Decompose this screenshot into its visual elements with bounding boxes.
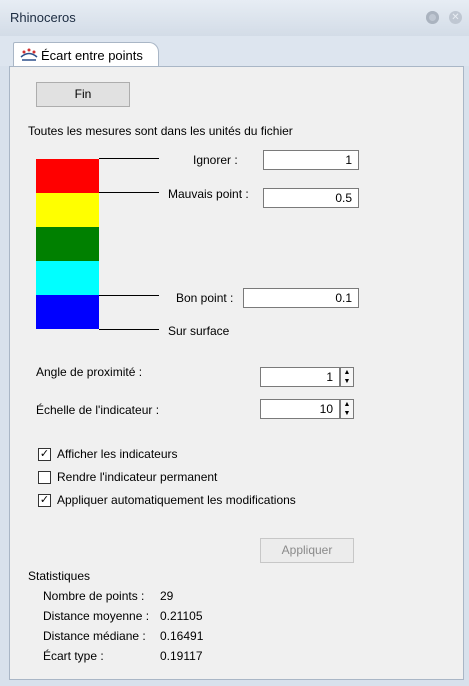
close-icon[interactable]: ✕: [449, 11, 462, 24]
permanent-indicator-checkbox[interactable]: [38, 471, 51, 484]
scale-stepper[interactable]: ▲ ▼: [340, 399, 354, 419]
angle-stepper[interactable]: ▲ ▼: [340, 367, 354, 387]
angle-field[interactable]: 1: [260, 367, 340, 387]
permanent-indicator-label: Rendre l'indicateur permanent: [57, 470, 218, 484]
tab-label: Écart entre points: [41, 48, 143, 63]
stats-value-stddev: 0.19117: [160, 649, 203, 663]
scale-label: Échelle de l'indicateur :: [36, 403, 160, 417]
tab-point-deviation[interactable]: Écart entre points: [13, 42, 159, 67]
good-point-label: Bon point :: [176, 291, 234, 305]
legend-swatch-yellow: [36, 193, 99, 227]
angle-label: Angle de proximité :: [36, 365, 143, 379]
stats-label-median: Distance médiane :: [43, 629, 146, 643]
stepper-down-icon[interactable]: ▼: [341, 409, 353, 418]
stats-value-median: 0.16491: [160, 629, 204, 643]
stepper-up-icon[interactable]: ▲: [341, 368, 353, 377]
stepper-down-icon[interactable]: ▼: [341, 377, 353, 386]
settings-icon[interactable]: [426, 11, 439, 24]
ignore-label: Ignorer :: [193, 153, 238, 167]
tab-strip: Écart entre points: [0, 36, 469, 67]
auto-apply-checkbox[interactable]: ✓: [38, 494, 51, 507]
legend-line-bad: [99, 192, 159, 193]
legend-swatch-blue: [36, 295, 99, 329]
stats-label-mean: Distance moyenne :: [43, 609, 150, 623]
stats-title: Statistiques: [28, 569, 91, 583]
units-info-text: Toutes les mesures sont dans les unités …: [28, 124, 293, 138]
legend-swatch-green: [36, 227, 99, 261]
show-indicators-checkbox[interactable]: ✓: [38, 448, 51, 461]
legend-swatch-red: [36, 159, 99, 193]
auto-apply-label: Appliquer automatiquement les modificati…: [57, 493, 296, 507]
title-bar: Rhinoceros ✕: [0, 0, 469, 37]
point-deviation-icon: [20, 48, 38, 61]
legend-line-surface: [99, 329, 159, 330]
bad-point-label: Mauvais point :: [168, 187, 249, 201]
stats-value-mean: 0.21105: [160, 609, 203, 623]
apply-button[interactable]: Appliquer: [260, 538, 354, 563]
fin-button[interactable]: Fin: [36, 82, 130, 107]
legend-swatch-cyan: [36, 261, 99, 295]
on-surface-label: Sur surface: [168, 324, 230, 338]
legend-line-good: [99, 295, 159, 296]
stats-label-count: Nombre de points :: [43, 589, 145, 603]
show-indicators-label: Afficher les indicateurs: [57, 447, 178, 461]
legend-line-ignore: [99, 158, 159, 159]
main-panel: Fin Toutes les mesures sont dans les uni…: [9, 66, 464, 680]
good-point-field[interactable]: 0.1: [243, 288, 359, 308]
stepper-up-icon[interactable]: ▲: [341, 400, 353, 409]
window-title: Rhinoceros: [10, 10, 76, 25]
stats-value-count: 29: [160, 589, 174, 603]
scale-field[interactable]: 10: [260, 399, 340, 419]
ignore-field[interactable]: 1: [263, 150, 359, 170]
bad-point-field[interactable]: 0.5: [263, 188, 359, 208]
stats-label-stddev: Écart type :: [43, 649, 104, 663]
